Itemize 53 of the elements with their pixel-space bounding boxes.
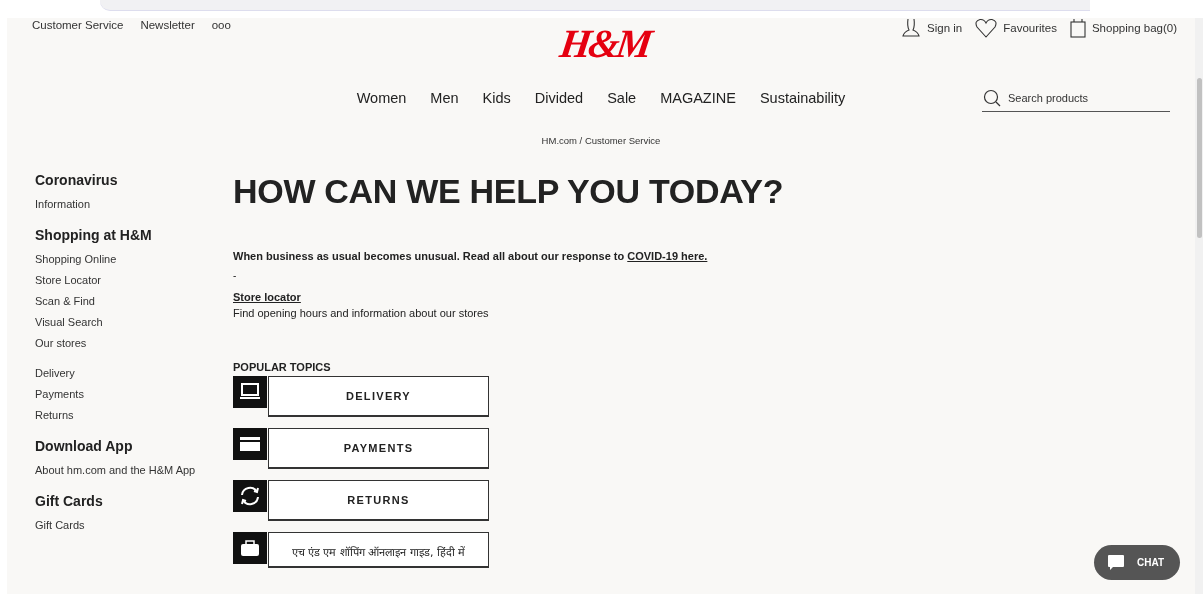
sidebar-link[interactable]: Shopping Online bbox=[35, 252, 117, 267]
nav-link[interactable]: Women bbox=[356, 90, 407, 106]
person-icon bbox=[901, 18, 922, 38]
top-link[interactable]: ooo bbox=[211, 19, 231, 31]
covid-link[interactable]: COVID-19 here. bbox=[627, 250, 708, 262]
notice-text: When business as usual becomes unusual. Read all about our response to COVID-19 here. bbox=[233, 250, 709, 262]
sidebar-heading: Download App bbox=[35, 438, 134, 454]
card-icon bbox=[240, 437, 260, 451]
sidebar-heading: Shopping at H&M bbox=[35, 227, 153, 243]
top-link[interactable]: Newsletter bbox=[140, 19, 195, 31]
refresh-icon bbox=[241, 486, 259, 506]
laptop-icon bbox=[239, 383, 261, 399]
account-link[interactable]: Sign in bbox=[901, 18, 963, 38]
store-locator-link[interactable]: Store locator bbox=[233, 291, 301, 303]
sidebar-link[interactable]: Information bbox=[35, 197, 91, 212]
sidebar-link[interactable]: Visual Search bbox=[35, 315, 103, 330]
sidebar-link[interactable]: Payments bbox=[35, 387, 84, 402]
sidebar-link[interactable]: Gift Cards bbox=[35, 518, 85, 533]
store-locator-text: Find opening hours and information about our stores bbox=[233, 307, 490, 319]
top-link[interactable]: Customer Service bbox=[32, 19, 124, 31]
account-link[interactable]: Shopping bag(0) bbox=[1069, 18, 1177, 38]
chat-button[interactable]: CHAT bbox=[1093, 545, 1180, 580]
nav-link[interactable]: Divided bbox=[534, 90, 584, 106]
scrollbar-thumb[interactable] bbox=[1197, 78, 1202, 238]
section-title: POPULAR TOPICS bbox=[233, 361, 331, 373]
dash-text: - bbox=[233, 270, 237, 281]
topic-button[interactable]: एच एंड एम शॉपिंग ऑनलाइन गाइड, हिंदी में bbox=[268, 532, 489, 568]
sidebar-link[interactable]: About hm.com and the H&M App bbox=[35, 463, 196, 478]
nav-link[interactable]: Sale bbox=[607, 90, 637, 106]
topic-button[interactable]: RETURNS bbox=[268, 480, 489, 521]
search-field[interactable]: Search products bbox=[982, 84, 1170, 112]
sidebar-link[interactable]: Delivery bbox=[35, 366, 75, 381]
sidebar-link[interactable]: Our stores bbox=[35, 336, 87, 351]
sidebar-link[interactable]: Scan & Find bbox=[35, 294, 95, 309]
nav-link[interactable]: Men bbox=[430, 90, 459, 106]
page-title: HOW CAN WE HELP YOU TODAY? bbox=[233, 172, 784, 210]
account-link[interactable]: Favourites bbox=[975, 18, 1057, 38]
sidebar-heading: Coronavirus bbox=[35, 172, 119, 188]
nav-link[interactable]: Kids bbox=[482, 90, 511, 106]
heart-icon bbox=[975, 18, 998, 38]
sidebar-link[interactable]: Returns bbox=[35, 408, 74, 423]
bag-icon bbox=[1069, 18, 1086, 38]
sidebar-heading: Gift Cards bbox=[35, 493, 104, 509]
topic-button[interactable]: DELIVERY bbox=[268, 376, 489, 417]
breadcrumb: HM.com / Customer Service bbox=[541, 135, 661, 146]
chat-bubble-icon bbox=[1106, 554, 1125, 571]
topic-button[interactable]: PAYMENTS bbox=[268, 428, 489, 469]
sidebar-link[interactable]: Store Locator bbox=[35, 273, 102, 288]
search-icon bbox=[983, 88, 1001, 107]
nav-link[interactable]: MAGAZINE bbox=[660, 90, 736, 106]
logo[interactable]: H&M bbox=[556, 18, 653, 76]
bag-icon bbox=[241, 540, 259, 556]
nav-link[interactable]: Sustainability bbox=[759, 90, 846, 106]
